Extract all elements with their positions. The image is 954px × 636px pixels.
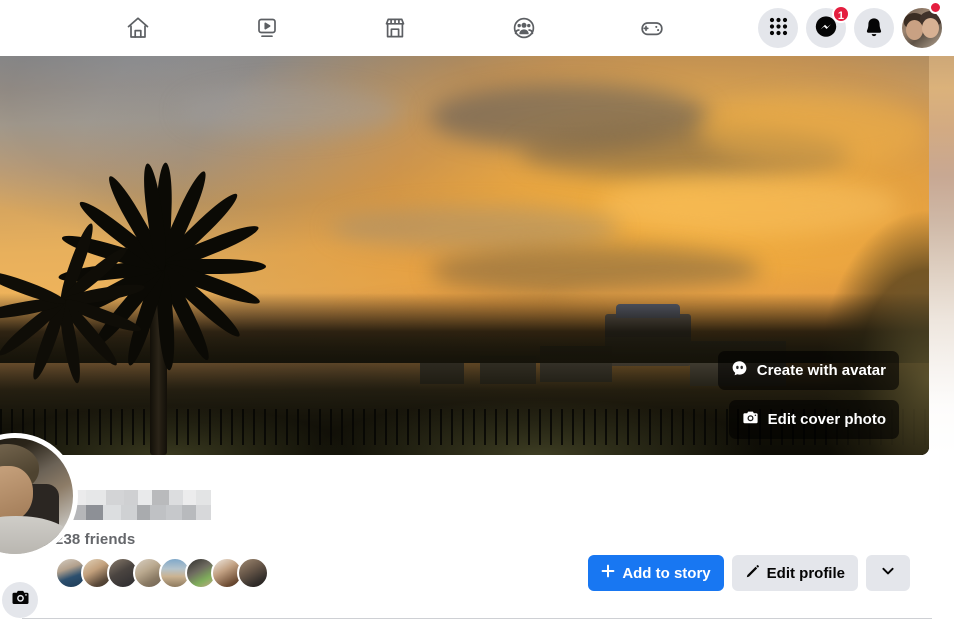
edit-cover-photo-label: Edit cover photo — [767, 411, 886, 428]
more-options-button[interactable] — [866, 555, 910, 591]
cover-cloud — [700, 96, 929, 166]
profile-info-section: 238 friends Add to story Edit profile — [0, 433, 954, 636]
nav-tab-marketplace[interactable] — [367, 6, 423, 50]
messenger-button[interactable]: 1 — [806, 5, 850, 48]
bell-icon — [863, 16, 885, 41]
nav-tabs — [110, 0, 680, 56]
account-notification-dot — [929, 1, 942, 14]
create-with-avatar-button[interactable]: Create with avatar — [717, 351, 899, 390]
nav-tab-video[interactable] — [239, 6, 295, 50]
chevron-down-icon — [880, 563, 896, 583]
cover-cloud — [180, 86, 400, 136]
gaming-icon — [638, 14, 666, 42]
edit-profile-button[interactable]: Edit profile — [731, 555, 858, 591]
home-icon — [124, 14, 152, 42]
top-navigation-bar: 1 — [0, 0, 954, 56]
plus-icon — [601, 564, 615, 582]
marketplace-icon — [381, 14, 409, 42]
cover-cloud — [330, 206, 620, 250]
avatar-face-left — [906, 20, 923, 40]
avatar-face-right — [922, 18, 939, 38]
camera-icon — [11, 588, 30, 612]
notifications-button[interactable] — [854, 8, 894, 48]
avatar-icon — [731, 360, 748, 381]
edit-cover-photo-button[interactable]: Edit cover photo — [728, 400, 899, 439]
facebook-profile-page: 1 Create with avatar Edit cover photo 23… — [0, 0, 954, 636]
cover-right-fade-strip — [929, 56, 954, 455]
messenger-badge: 1 — [831, 5, 850, 23]
cover-action-buttons: Create with avatar Edit cover photo — [717, 351, 899, 439]
profile-picture-clothing — [0, 516, 71, 554]
cover-photo-area: Create with avatar Edit cover photo — [0, 56, 954, 456]
profile-name-redacted — [55, 490, 211, 521]
update-profile-picture-button[interactable] — [2, 582, 38, 618]
add-to-story-button[interactable]: Add to story — [588, 555, 724, 591]
nav-right-actions: 1 — [758, 0, 942, 56]
cover-photo[interactable]: Create with avatar Edit cover photo — [0, 56, 929, 455]
profile-name-blur-row — [55, 505, 211, 520]
nav-tab-home[interactable] — [110, 6, 166, 50]
profile-action-buttons: Add to story Edit profile — [588, 555, 910, 591]
pencil-icon — [745, 564, 760, 583]
add-to-story-label: Add to story — [622, 564, 711, 582]
friend-thumbnail[interactable] — [237, 557, 269, 589]
groups-icon — [510, 14, 538, 42]
grid-menu-button[interactable] — [758, 8, 798, 48]
create-with-avatar-label: Create with avatar — [756, 362, 886, 379]
grid-menu-icon — [768, 16, 789, 40]
nav-tab-gaming[interactable] — [624, 6, 680, 50]
section-divider — [22, 618, 932, 619]
profile-name-blur-row — [55, 490, 211, 505]
nav-tab-groups[interactable] — [496, 6, 552, 50]
account-avatar[interactable] — [902, 8, 942, 48]
video-icon — [253, 14, 281, 42]
friend-thumbnails-list — [55, 557, 269, 589]
edit-profile-label: Edit profile — [766, 564, 845, 582]
camera-icon — [742, 409, 759, 430]
